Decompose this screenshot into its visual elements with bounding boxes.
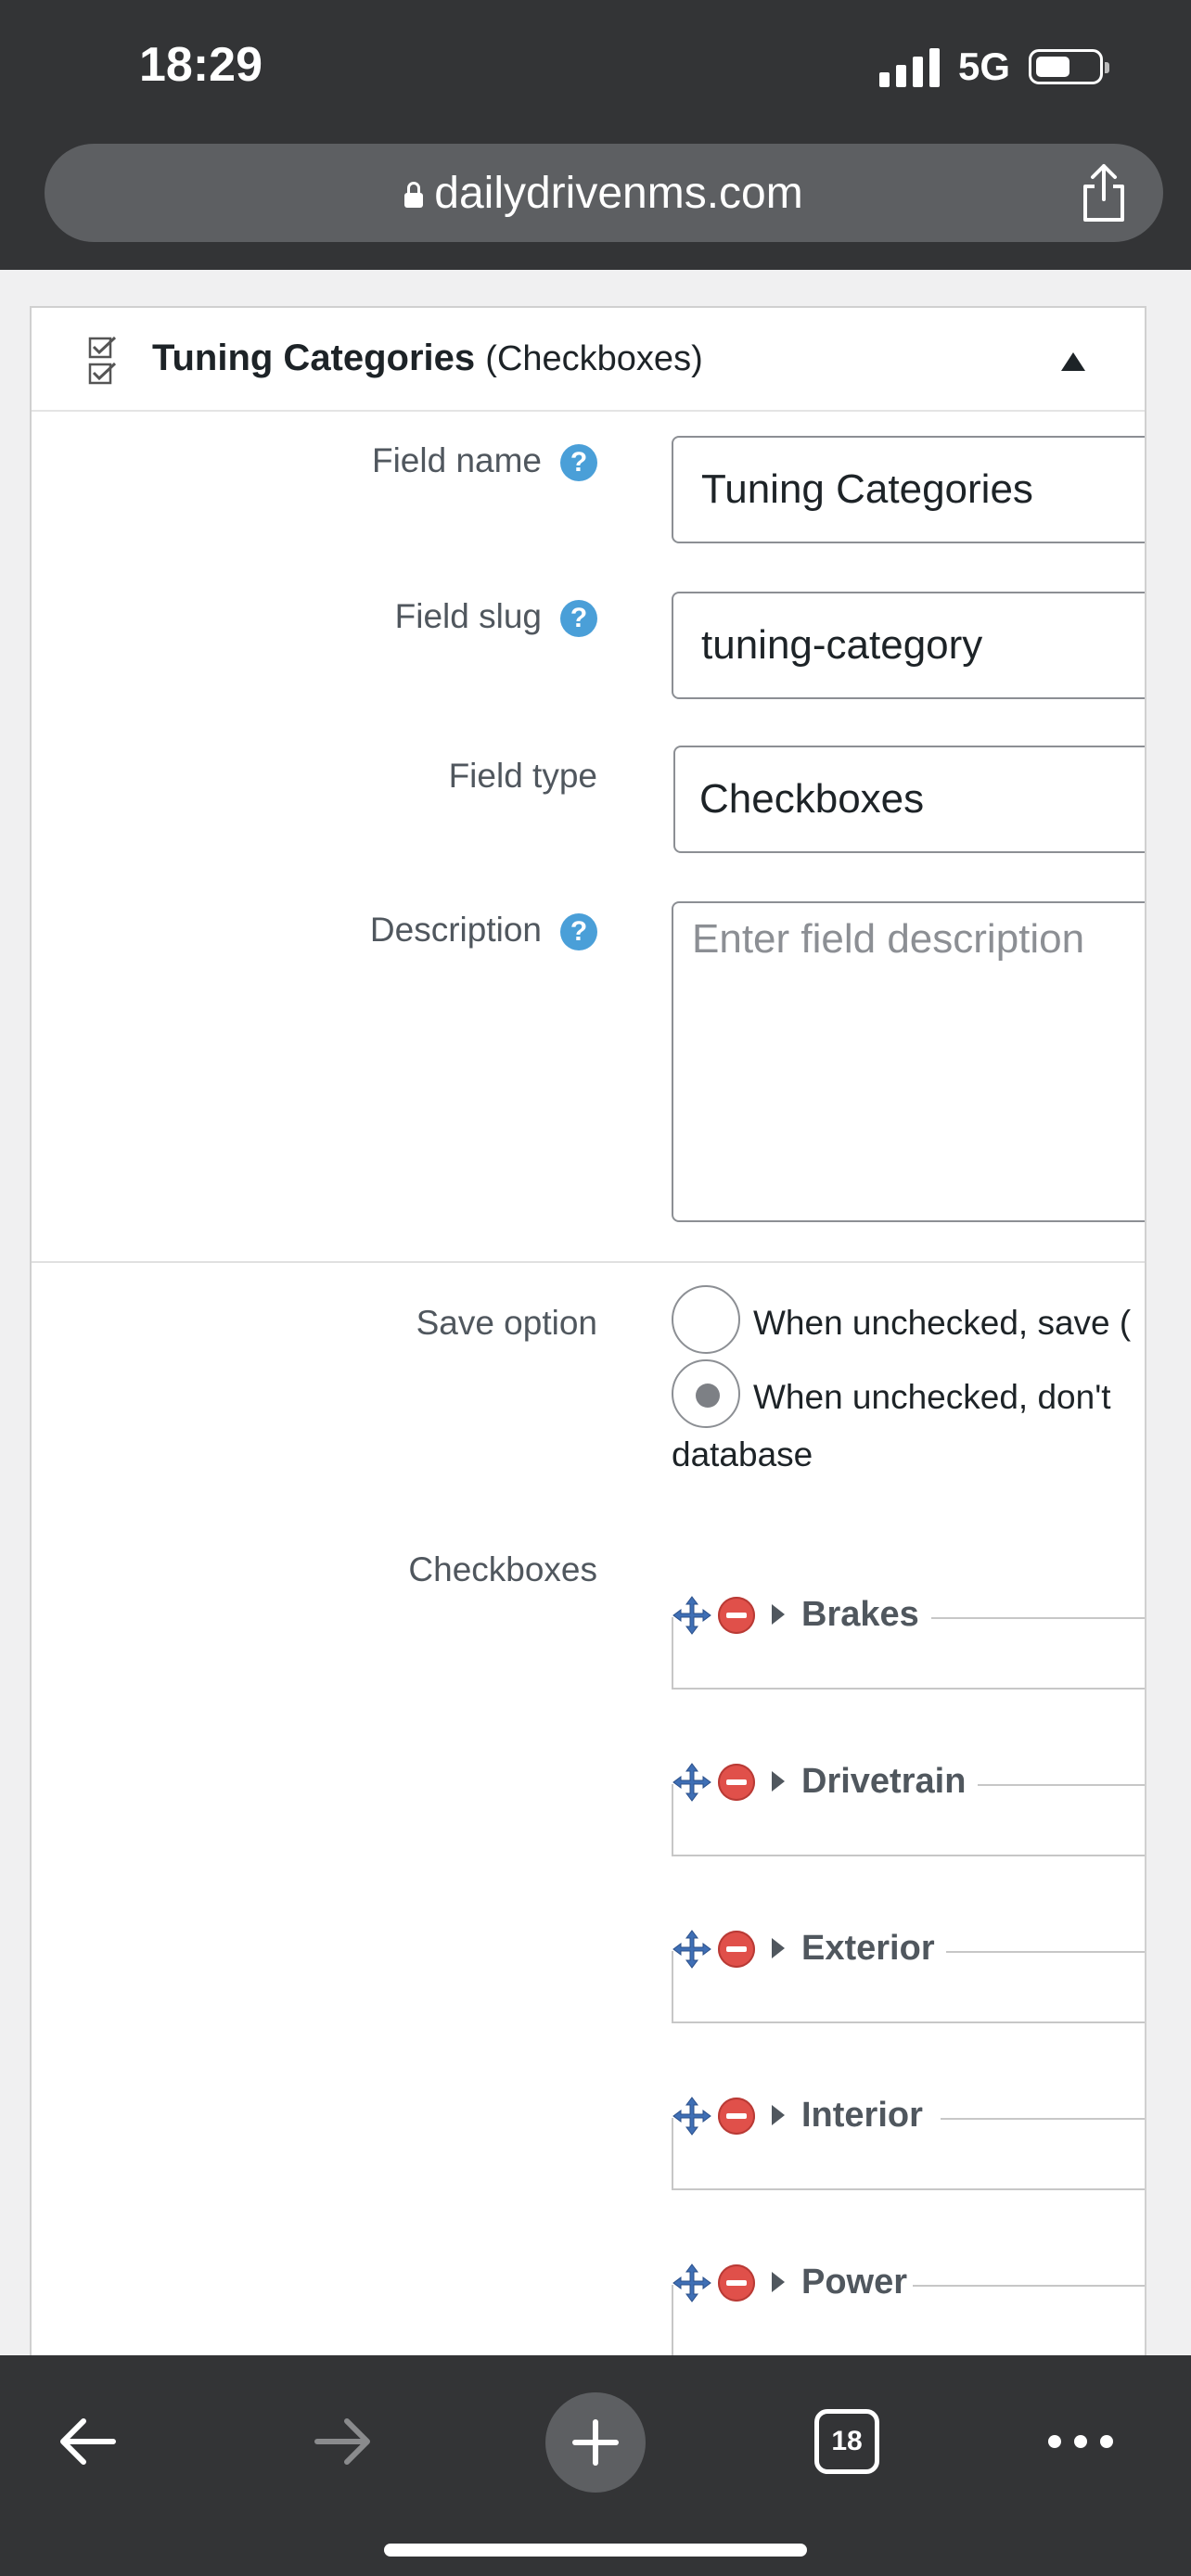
description-label: Description?	[370, 911, 597, 951]
save-option-radio-1[interactable]	[672, 1285, 740, 1354]
browser-top-bar: 18:29 5G dailydrivenms.com	[0, 0, 1191, 270]
remove-icon[interactable]	[718, 1931, 755, 1968]
expand-arrow-icon[interactable]	[772, 1771, 785, 1792]
expand-arrow-icon[interactable]	[772, 2272, 785, 2292]
home-indicator[interactable]	[384, 2544, 807, 2557]
help-icon[interactable]: ?	[560, 444, 597, 482]
checkbox-option-title[interactable]: Brakes	[801, 1595, 925, 1635]
field-type-select[interactable]: Checkboxes	[673, 746, 1145, 853]
checkbox-option-title[interactable]: Exterior	[801, 1929, 941, 1969]
forward-arrow-icon[interactable]	[310, 2409, 375, 2474]
move-icon[interactable]	[672, 1762, 712, 1803]
field-type-label: Field type	[448, 757, 597, 795]
section-divider	[32, 1261, 1145, 1263]
field-name-label: Field name?	[372, 441, 597, 482]
checkbox-option: Power	[672, 2255, 1145, 2355]
network-type: 5G	[957, 45, 1010, 88]
save-option-2-label: When unchecked, don't	[753, 1378, 1111, 1416]
share-icon[interactable]	[1076, 160, 1132, 225]
expand-arrow-icon[interactable]	[772, 1604, 785, 1625]
lock-icon	[404, 182, 424, 208]
field-title: Tuning Categories	[152, 338, 476, 378]
move-icon[interactable]	[672, 2096, 712, 2136]
checkboxes-label: Checkboxes	[408, 1550, 597, 1588]
new-tab-button[interactable]	[545, 2392, 646, 2493]
description-textarea[interactable]: Enter field description	[672, 901, 1145, 1222]
remove-icon[interactable]	[718, 2098, 755, 2135]
checkbox-option-title[interactable]: Power	[801, 2263, 914, 2302]
save-option-label: Save option	[416, 1304, 597, 1342]
address-bar[interactable]: dailydrivenms.com	[45, 144, 1163, 242]
field-settings-panel: Tuning Categories (Checkboxes) Field nam…	[30, 306, 1146, 2355]
collapse-arrow-icon[interactable]	[1061, 352, 1085, 371]
checkbox-option: Brakes	[672, 1588, 1145, 1690]
expand-arrow-icon[interactable]	[772, 2105, 785, 2125]
panel-title: Tuning Categories (Checkboxes)	[152, 338, 703, 379]
remove-icon[interactable]	[718, 1764, 755, 1801]
save-option-1-label: When unchecked, save (	[753, 1304, 1132, 1342]
panel-header[interactable]: Tuning Categories (Checkboxes)	[32, 308, 1145, 412]
save-option-2-label-cont: database	[672, 1435, 813, 1473]
status-indicators: 5G	[878, 45, 1109, 89]
tabs-button[interactable]: 18	[814, 2409, 879, 2474]
expand-arrow-icon[interactable]	[772, 1938, 785, 1958]
remove-icon[interactable]	[718, 2264, 755, 2302]
field-type-hint: (Checkboxes)	[485, 339, 703, 378]
checkbox-option: Drivetrain	[672, 1754, 1145, 1856]
checkbox-option-title[interactable]: Drivetrain	[801, 1762, 972, 1802]
checkbox-option-title[interactable]: Interior	[801, 2096, 928, 2136]
field-slug-label: Field slug?	[395, 597, 597, 638]
more-menu-icon[interactable]	[1048, 2435, 1113, 2448]
checkbox-option: Exterior	[672, 1921, 1145, 2023]
checkbox-option: Interior	[672, 2088, 1145, 2190]
save-option-radio-2[interactable]	[672, 1359, 740, 1428]
status-time: 18:29	[139, 38, 263, 92]
remove-icon[interactable]	[718, 1597, 755, 1634]
checkboxes-icon	[88, 336, 117, 385]
move-icon[interactable]	[672, 1929, 712, 1970]
help-icon[interactable]: ?	[560, 600, 597, 638]
signal-icon	[878, 46, 940, 87]
field-slug-input[interactable]: tuning-category	[672, 592, 1145, 699]
battery-icon	[1029, 49, 1109, 84]
move-icon[interactable]	[672, 2263, 712, 2303]
url-text: dailydrivenms.com	[434, 168, 803, 218]
back-arrow-icon[interactable]	[56, 2409, 121, 2474]
field-name-input[interactable]: Tuning Categories	[672, 436, 1145, 543]
move-icon[interactable]	[672, 1595, 712, 1636]
description-placeholder: Enter field description	[692, 916, 1085, 962]
help-icon[interactable]: ?	[560, 913, 597, 951]
